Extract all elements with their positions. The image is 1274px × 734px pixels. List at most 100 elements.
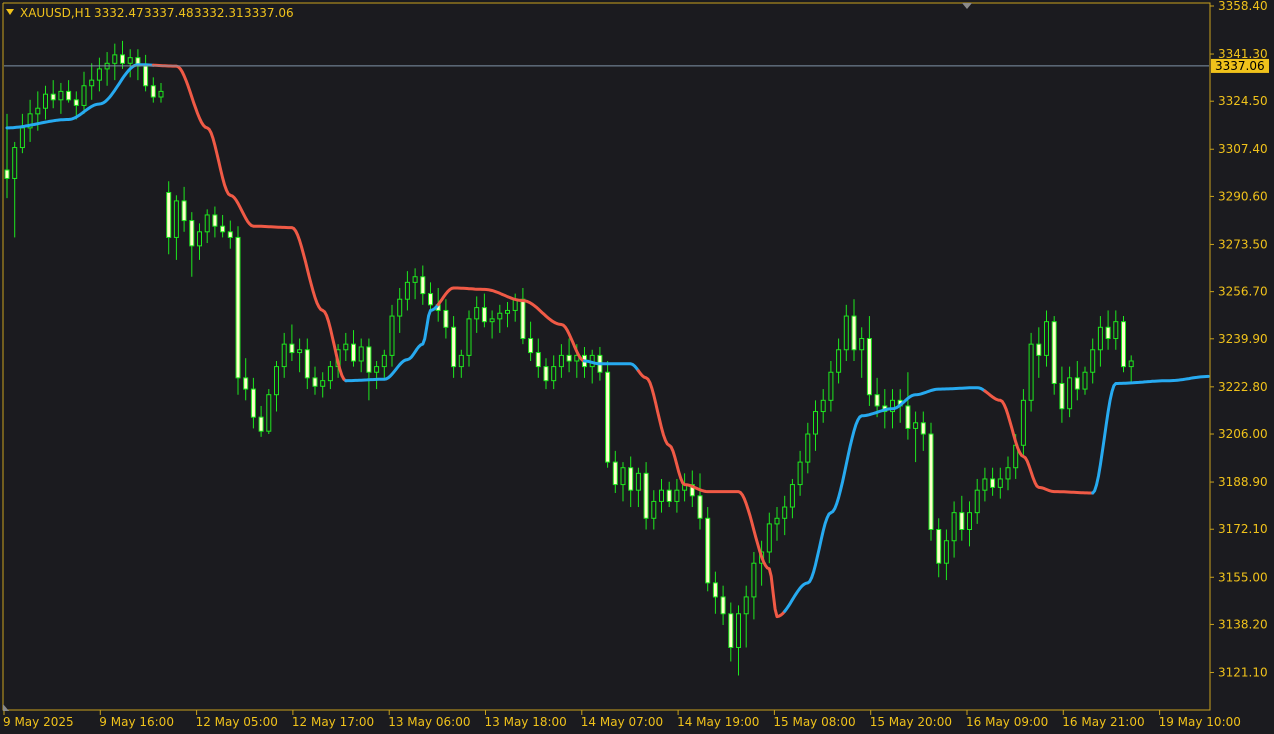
candle-body xyxy=(358,346,364,362)
candle xyxy=(535,338,541,378)
candle-body xyxy=(12,147,18,179)
ma-segment-down xyxy=(151,63,348,383)
candle-body xyxy=(404,281,410,300)
candle-body xyxy=(197,231,202,247)
chart-shift-icon[interactable] xyxy=(962,3,972,9)
candle xyxy=(612,450,618,493)
candle-body xyxy=(466,318,472,356)
y-tick-label: 3138.20 xyxy=(1218,617,1268,631)
price-chart[interactable]: XAUUSD,H1 3332.47 3337.48 3332.31 3337.0… xyxy=(0,0,1274,734)
candle-body xyxy=(143,65,149,87)
chart-collapse-icon[interactable] xyxy=(6,9,14,15)
candle xyxy=(304,338,310,390)
candle xyxy=(913,411,919,463)
candle xyxy=(173,195,179,260)
candle-body xyxy=(720,596,726,615)
chart-window[interactable]: XAUUSD,H1 3332.47 3337.48 3332.31 3337.0… xyxy=(0,0,1274,734)
candle xyxy=(697,473,703,530)
candle-body xyxy=(412,276,418,283)
candle xyxy=(381,349,387,378)
candle xyxy=(104,52,110,86)
candle xyxy=(66,80,72,103)
candle-body xyxy=(312,377,318,387)
candle xyxy=(520,287,526,345)
candle-body xyxy=(120,54,125,64)
candle-body xyxy=(212,214,218,227)
candle xyxy=(859,327,865,378)
candle xyxy=(197,223,202,260)
candle xyxy=(374,360,380,390)
ma-segment-down xyxy=(436,286,586,363)
candle xyxy=(1121,316,1126,373)
candle-body xyxy=(366,346,372,373)
candle-body xyxy=(1005,467,1011,480)
candle-body xyxy=(327,366,333,382)
candle xyxy=(451,316,457,378)
candle-body xyxy=(705,517,711,584)
candle xyxy=(81,71,87,114)
high-value: 3337.48 xyxy=(144,6,194,20)
candle xyxy=(705,507,711,592)
candle-body xyxy=(674,489,680,502)
candle-body xyxy=(420,276,426,295)
candle xyxy=(651,490,657,530)
candle xyxy=(466,310,472,367)
candle-body xyxy=(443,309,449,328)
candle-body xyxy=(836,349,842,373)
candle xyxy=(189,212,195,277)
candle xyxy=(1090,338,1096,384)
candle-body xyxy=(1028,343,1034,401)
candle xyxy=(959,495,965,541)
candle xyxy=(1059,366,1065,423)
candle xyxy=(204,209,210,244)
candle-body xyxy=(1113,321,1119,340)
candle-body xyxy=(1044,321,1049,356)
candle-body xyxy=(820,399,826,413)
candle xyxy=(274,360,279,412)
candle-body xyxy=(997,478,1003,488)
candle xyxy=(1113,310,1119,350)
candle xyxy=(227,220,233,249)
candle-body xyxy=(166,191,172,238)
candle-body xyxy=(659,489,664,502)
candle xyxy=(474,296,480,333)
candle-body xyxy=(35,107,41,115)
candle xyxy=(543,358,549,390)
candle xyxy=(120,40,125,69)
candle-body xyxy=(751,562,757,598)
candle-body xyxy=(243,377,249,390)
x-tick-label: 15 May 20:00 xyxy=(870,715,952,729)
candle-body xyxy=(343,343,349,351)
candle xyxy=(789,478,795,519)
candle xyxy=(289,324,295,361)
x-tick-label: 14 May 19:00 xyxy=(677,715,759,729)
candle xyxy=(605,360,611,468)
candle xyxy=(181,186,187,232)
candle-body xyxy=(558,354,564,368)
x-tick-label: 16 May 09:00 xyxy=(966,715,1048,729)
candle-body xyxy=(805,433,811,463)
x-tick-label: 13 May 18:00 xyxy=(485,715,567,729)
candle-body xyxy=(204,214,210,233)
y-tick-label: 3256.70 xyxy=(1218,285,1268,299)
candle xyxy=(1074,360,1080,401)
candle-body xyxy=(474,307,480,320)
candle xyxy=(166,181,172,255)
candle-body xyxy=(381,354,387,368)
candle xyxy=(828,360,834,412)
candle xyxy=(712,571,718,614)
candle xyxy=(1128,355,1134,384)
candle-body xyxy=(397,298,403,317)
candle xyxy=(843,304,849,361)
candle-body xyxy=(258,416,264,432)
candle xyxy=(1051,316,1057,395)
candle-body xyxy=(19,127,25,149)
candle xyxy=(343,332,349,361)
x-tick-label: 12 May 05:00 xyxy=(196,715,278,729)
x-tick-label: 14 May 07:00 xyxy=(581,715,663,729)
candle xyxy=(743,585,749,648)
candle xyxy=(1067,366,1073,418)
y-tick-label: 3188.90 xyxy=(1218,475,1268,489)
candle-body xyxy=(959,512,965,531)
candle xyxy=(628,456,634,508)
